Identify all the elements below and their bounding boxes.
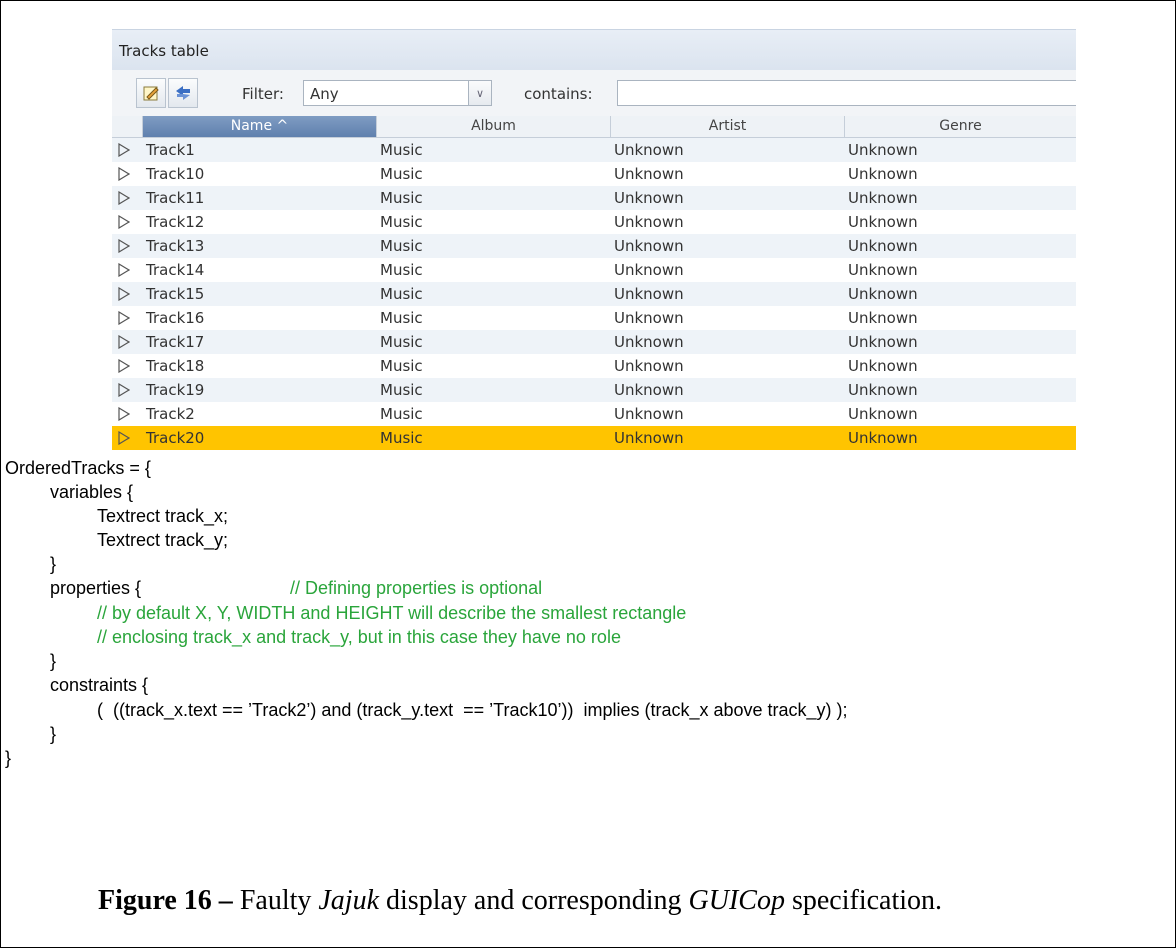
guicop-specification: OrderedTracks = { variables { Textrect t… bbox=[0, 0, 1176, 948]
spec-line: } bbox=[5, 748, 12, 768]
spec-line: Textrect track_x; bbox=[97, 506, 229, 526]
caption-app: Jajuk bbox=[318, 885, 380, 916]
spec-line: OrderedTracks = { bbox=[5, 458, 151, 478]
spec-line: } bbox=[50, 724, 57, 744]
caption-text: Faulty bbox=[232, 885, 319, 916]
spec-line: ( ((track_x.text == ’Track2’) and (track… bbox=[97, 700, 848, 720]
figure-caption: Figure 16 – Faulty Jajuk display and cor… bbox=[98, 885, 942, 917]
spec-line: properties { bbox=[50, 578, 142, 598]
spec-line: variables { bbox=[50, 482, 134, 502]
spec-line: Textrect track_y; bbox=[97, 530, 229, 550]
spec-line: } bbox=[50, 554, 57, 574]
spec-comment: // by default X, Y, WIDTH and HEIGHT wil… bbox=[97, 603, 687, 623]
caption-label: Figure 16 – bbox=[98, 885, 233, 916]
spec-line: } bbox=[50, 651, 57, 671]
caption-text: display and corresponding bbox=[379, 885, 689, 916]
spec-line: constraints { bbox=[50, 675, 149, 695]
caption-text: specification. bbox=[784, 885, 943, 916]
caption-tool: GUICop bbox=[688, 885, 785, 916]
spec-comment: // enclosing track_x and track_y, but in… bbox=[97, 627, 621, 647]
spec-comment: // Defining properties is optional bbox=[290, 578, 543, 598]
